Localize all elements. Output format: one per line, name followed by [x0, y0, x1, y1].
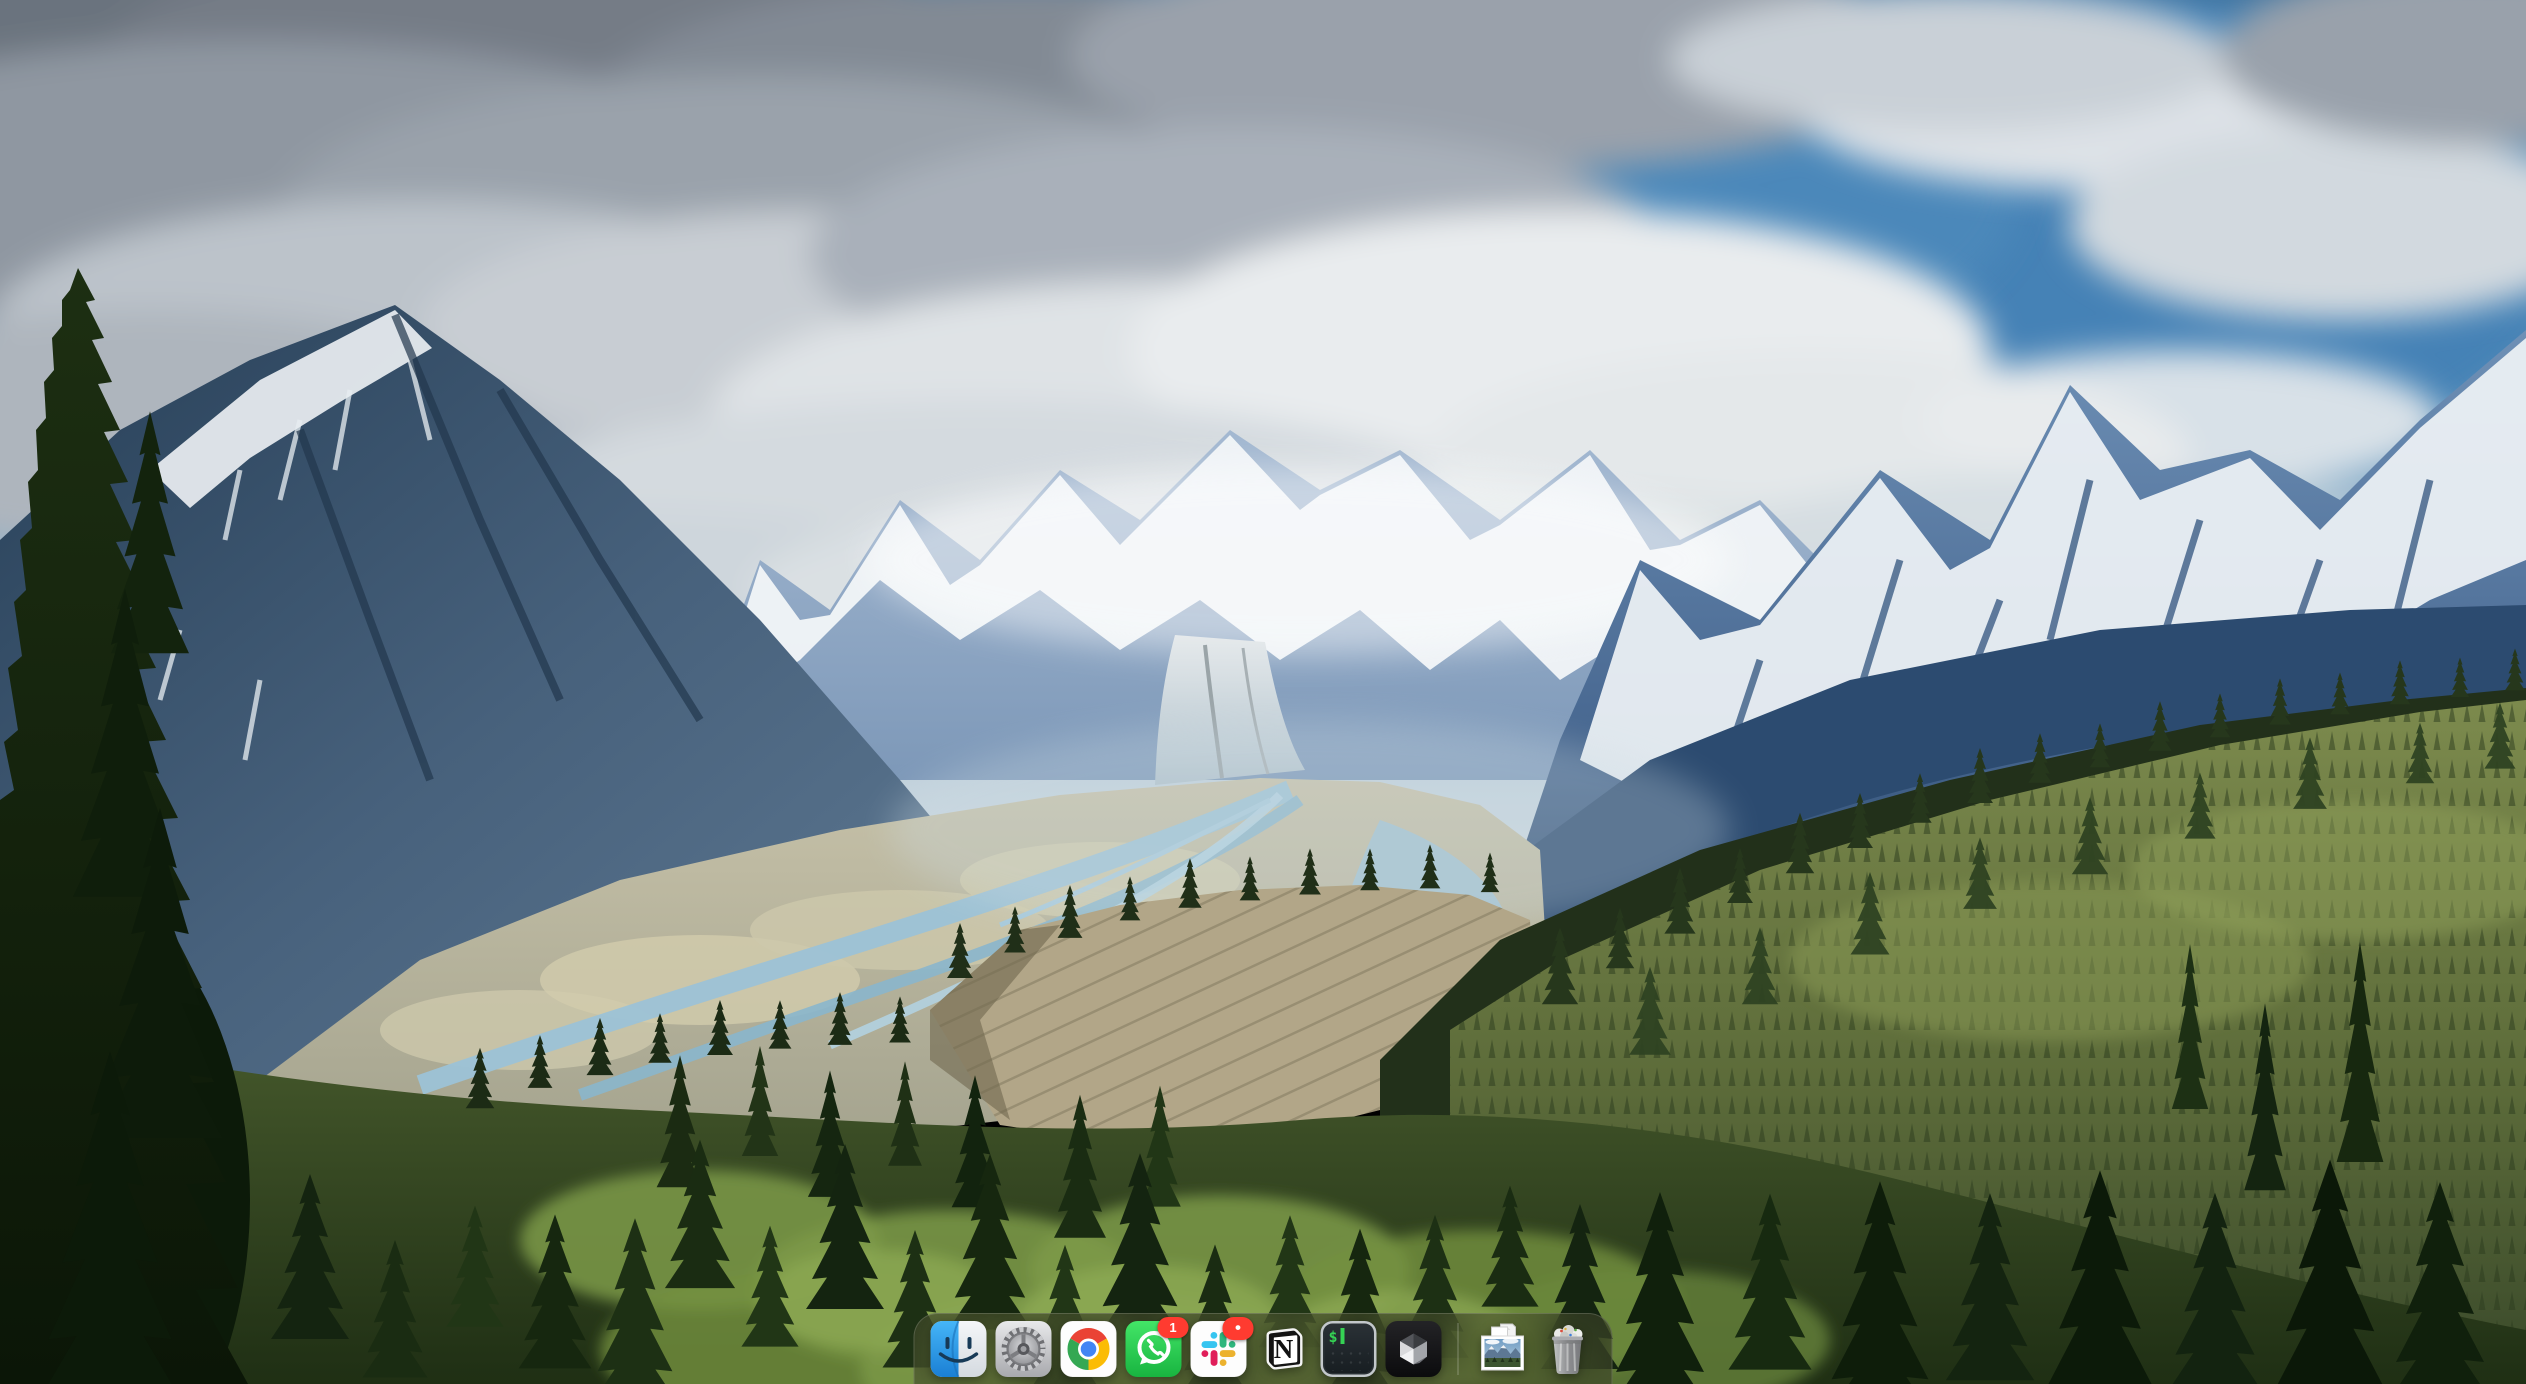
dock-item-cube-3d[interactable] [1386, 1321, 1442, 1377]
dock-item-system-settings[interactable] [996, 1321, 1052, 1377]
terminal-dot-grid [1329, 1349, 1369, 1371]
dock-item-slack[interactable]: • [1191, 1321, 1247, 1377]
dock-item-notion[interactable]: N [1256, 1321, 1312, 1377]
downloads-stack-icon [1475, 1321, 1531, 1377]
dock-item-terminal[interactable]: $ [1321, 1321, 1377, 1377]
dock-item-trash[interactable] [1540, 1321, 1596, 1377]
notion-n-glyph: N [1256, 1334, 1312, 1365]
whatsapp-notification-badge: 1 [1158, 1317, 1189, 1338]
dock-separator [1458, 1323, 1459, 1375]
gear-icon [996, 1321, 1052, 1377]
dock-item-whatsapp[interactable]: 1 [1126, 1321, 1182, 1377]
wallpaper-image [0, 0, 2526, 1384]
dock: 1 • N $ [914, 1313, 1613, 1384]
terminal-cursor [1341, 1328, 1345, 1344]
photo-thumbnail [1482, 1336, 1524, 1370]
terminal-icon: $ [1321, 1321, 1377, 1377]
dock-item-chrome[interactable] [1061, 1321, 1117, 1377]
dock-item-downloads[interactable] [1475, 1321, 1531, 1377]
macos-desktop: 1 • N $ [0, 0, 2526, 1384]
cube-3d-icon [1386, 1321, 1442, 1377]
slack-notification-badge: • [1223, 1317, 1254, 1340]
chrome-icon [1061, 1321, 1117, 1377]
terminal-prompt-glyph: $ [1329, 1328, 1338, 1346]
finder-icon [931, 1321, 987, 1377]
trash-full-icon [1540, 1321, 1596, 1377]
dock-item-finder[interactable] [931, 1321, 987, 1377]
